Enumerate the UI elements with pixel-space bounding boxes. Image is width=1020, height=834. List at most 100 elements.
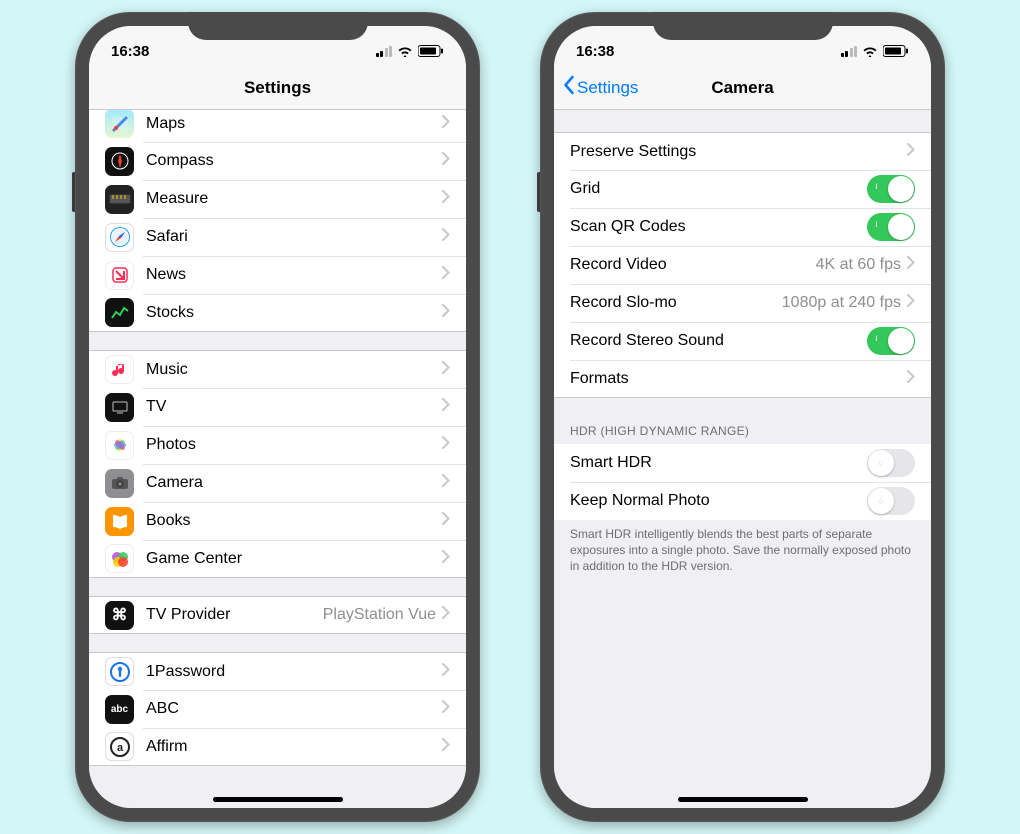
row-label: Measure bbox=[146, 190, 442, 208]
group-header: HDR (HIGH DYNAMIC RANGE) bbox=[554, 416, 931, 444]
settings-row-game-center[interactable]: Game Center bbox=[89, 540, 466, 578]
battery-icon bbox=[418, 45, 444, 57]
camera-row-scan-qr-codes[interactable]: Scan QR Codesı bbox=[554, 208, 931, 246]
toggle-switch[interactable]: ı○ bbox=[867, 487, 915, 515]
row-label: Record Stereo Sound bbox=[570, 332, 867, 350]
maps-icon bbox=[105, 110, 134, 138]
signal-icon bbox=[841, 46, 858, 57]
status-time: 16:38 bbox=[576, 43, 614, 60]
chevron-right-icon bbox=[442, 550, 450, 568]
row-label: News bbox=[146, 266, 442, 284]
row-label: Books bbox=[146, 512, 442, 530]
camera-row-record-slo-mo[interactable]: Record Slo-mo1080p at 240 fps bbox=[554, 284, 931, 322]
settings-row-tv[interactable]: TV bbox=[89, 388, 466, 426]
signal-icon bbox=[376, 46, 393, 57]
row-label: Keep Normal Photo bbox=[570, 492, 867, 510]
chevron-right-icon bbox=[442, 474, 450, 492]
chevron-right-icon bbox=[442, 115, 450, 133]
camera-row-formats[interactable]: Formats bbox=[554, 360, 931, 398]
wifi-icon bbox=[397, 45, 413, 57]
chevron-right-icon bbox=[442, 304, 450, 322]
affirm-icon: a bbox=[105, 732, 134, 761]
1pw-icon bbox=[105, 657, 134, 686]
chevron-right-icon bbox=[442, 228, 450, 246]
row-label: Game Center bbox=[146, 550, 442, 568]
home-indicator[interactable] bbox=[213, 797, 343, 802]
settings-row-camera[interactable]: Camera bbox=[89, 464, 466, 502]
row-label: Compass bbox=[146, 152, 442, 170]
row-label: Photos bbox=[146, 436, 442, 454]
wifi-icon bbox=[862, 45, 878, 57]
settings-row-music[interactable]: Music bbox=[89, 350, 466, 388]
chevron-right-icon bbox=[442, 190, 450, 208]
settings-row-compass[interactable]: Compass bbox=[89, 142, 466, 180]
camera-row-preserve-settings[interactable]: Preserve Settings bbox=[554, 132, 931, 170]
settings-row-maps[interactable]: Maps bbox=[89, 110, 466, 142]
row-label: 1Password bbox=[146, 663, 442, 681]
row-label: Preserve Settings bbox=[570, 143, 907, 161]
home-indicator[interactable] bbox=[678, 797, 808, 802]
row-label: Camera bbox=[146, 474, 442, 492]
row-label: Music bbox=[146, 361, 442, 379]
gc-icon bbox=[105, 544, 134, 573]
chevron-right-icon bbox=[907, 256, 915, 274]
phone-settings: 16:38 Settings MapsCompassMeasureSafariN… bbox=[75, 12, 480, 822]
toggle-switch[interactable]: ı bbox=[867, 213, 915, 241]
compass-icon bbox=[105, 147, 134, 176]
camera-row-smart-hdr[interactable]: Smart HDRı○ bbox=[554, 444, 931, 482]
row-label: TV bbox=[146, 398, 442, 416]
tv-icon bbox=[105, 393, 134, 422]
settings-row-abc[interactable]: abcABC bbox=[89, 690, 466, 728]
chevron-right-icon bbox=[442, 398, 450, 416]
settings-row-affirm[interactable]: a Affirm bbox=[89, 728, 466, 766]
measure-icon bbox=[105, 185, 134, 214]
row-value: 4K at 60 fps bbox=[816, 256, 901, 274]
settings-row-1password[interactable]: 1Password bbox=[89, 652, 466, 690]
camera-row-record-stereo-sound[interactable]: Record Stereo Soundı bbox=[554, 322, 931, 360]
row-label: Scan QR Codes bbox=[570, 218, 867, 236]
row-label: Smart HDR bbox=[570, 454, 867, 472]
row-label: Safari bbox=[146, 228, 442, 246]
settings-row-news[interactable]: News bbox=[89, 256, 466, 294]
back-button[interactable]: Settings bbox=[562, 66, 638, 109]
chevron-left-icon bbox=[562, 75, 575, 100]
chevron-right-icon bbox=[442, 361, 450, 379]
settings-row-measure[interactable]: Measure bbox=[89, 180, 466, 218]
abc-icon: abc bbox=[105, 695, 134, 724]
settings-row-books[interactable]: Books bbox=[89, 502, 466, 540]
photos-icon bbox=[105, 431, 134, 460]
row-label: Affirm bbox=[146, 738, 442, 756]
settings-row-photos[interactable]: Photos bbox=[89, 426, 466, 464]
camera-row-record-video[interactable]: Record Video4K at 60 fps bbox=[554, 246, 931, 284]
settings-row-safari[interactable]: Safari bbox=[89, 218, 466, 256]
toggle-switch[interactable]: ı bbox=[867, 327, 915, 355]
chevron-right-icon bbox=[442, 700, 450, 718]
battery-icon bbox=[883, 45, 909, 57]
camera-row-keep-normal-photo[interactable]: Keep Normal Photoı○ bbox=[554, 482, 931, 520]
camera-icon bbox=[105, 469, 134, 498]
page-title: Camera bbox=[711, 78, 773, 98]
row-label: Record Slo-mo bbox=[570, 294, 782, 312]
row-label: Maps bbox=[146, 115, 442, 133]
chevron-right-icon bbox=[907, 370, 915, 388]
back-label: Settings bbox=[577, 78, 638, 98]
navbar: Settings bbox=[89, 66, 466, 110]
news-icon bbox=[105, 261, 134, 290]
toggle-switch[interactable]: ı○ bbox=[867, 449, 915, 477]
books-icon bbox=[105, 507, 134, 536]
row-value: PlayStation Vue bbox=[323, 606, 436, 624]
row-label: Record Video bbox=[570, 256, 816, 274]
music-icon bbox=[105, 355, 134, 384]
row-label: Stocks bbox=[146, 304, 442, 322]
chevron-right-icon bbox=[907, 294, 915, 312]
settings-row-tv-provider[interactable]: ⌘TV ProviderPlayStation Vue bbox=[89, 596, 466, 634]
safari-icon bbox=[105, 223, 134, 252]
chevron-right-icon bbox=[442, 738, 450, 756]
chevron-right-icon bbox=[442, 152, 450, 170]
toggle-switch[interactable]: ı bbox=[867, 175, 915, 203]
notch bbox=[653, 12, 833, 40]
settings-row-stocks[interactable]: Stocks bbox=[89, 294, 466, 332]
row-label: TV Provider bbox=[146, 606, 323, 624]
camera-row-grid[interactable]: Gridı bbox=[554, 170, 931, 208]
row-label: Formats bbox=[570, 370, 907, 388]
